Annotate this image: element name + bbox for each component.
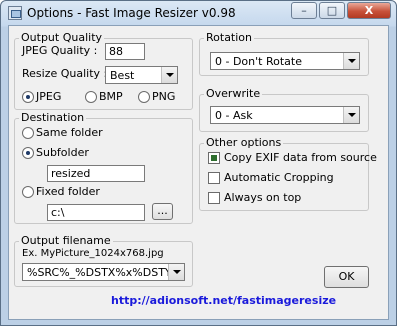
minimize-button[interactable]: –	[291, 2, 317, 19]
output-filename-title: Output filename	[19, 234, 113, 247]
options-window: Options - Fast Image Resizer v0.98 – □ X…	[0, 0, 397, 326]
overwrite-title: Overwrite	[204, 87, 263, 100]
chevron-down-icon[interactable]	[168, 264, 184, 280]
window-title: Options - Fast Image Resizer v0.98	[27, 6, 236, 20]
format-bmp-radio[interactable]	[85, 91, 97, 103]
output-filename-example: Ex. MyPicture_1024x768.jpg	[22, 248, 164, 259]
output-quality-title: Output Quality	[19, 31, 105, 44]
format-bmp-label: BMP	[99, 90, 123, 103]
jpeg-quality-input[interactable]: 88	[105, 43, 145, 60]
website-link[interactable]: http://adionsoft.net/fastimageresize	[111, 294, 336, 307]
fixed-folder-label: Fixed folder	[36, 185, 100, 198]
title-bar[interactable]: Options - Fast Image Resizer v0.98 – □ X	[1, 1, 396, 25]
rotation-title: Rotation	[204, 31, 255, 44]
overwrite-group: Overwrite 0 - Ask	[199, 87, 369, 132]
same-folder-radio[interactable]	[22, 127, 34, 139]
output-filename-select[interactable]: %SRC%_%DSTX%x%DSTY%	[22, 263, 185, 281]
subfolder-radio[interactable]	[22, 147, 34, 159]
output-filename-group: Output filename Ex. MyPicture_1024x768.j…	[14, 234, 193, 287]
chevron-down-icon[interactable]	[343, 53, 359, 69]
close-button[interactable]: X	[347, 2, 391, 19]
other-options-title: Other options	[204, 136, 284, 149]
automatic-cropping-label: Automatic Cropping	[224, 171, 334, 184]
same-folder-label: Same folder	[36, 126, 103, 139]
rotation-group: Rotation 0 - Don't Rotate	[199, 31, 369, 76]
subfolder-input[interactable]: resized	[47, 165, 145, 182]
copy-exif-checkbox[interactable]	[208, 152, 220, 164]
format-png-radio[interactable]	[138, 91, 150, 103]
resize-quality-label: Resize Quality :	[22, 67, 108, 80]
format-png-label: PNG	[152, 90, 176, 103]
always-on-top-label: Always on top	[224, 191, 302, 204]
subfolder-label: Subfolder	[36, 146, 89, 159]
chevron-down-icon[interactable]	[161, 67, 177, 83]
rotation-select[interactable]: 0 - Don't Rotate	[210, 52, 360, 70]
format-jpeg-radio[interactable]	[22, 91, 34, 103]
chevron-down-icon[interactable]	[343, 107, 359, 123]
app-icon	[8, 6, 22, 20]
automatic-cropping-checkbox[interactable]	[208, 172, 220, 184]
resize-quality-value: Best	[110, 69, 135, 82]
jpeg-quality-label: JPEG Quality :	[22, 44, 98, 57]
ok-button[interactable]: OK	[324, 266, 369, 288]
overwrite-value: 0 - Ask	[215, 109, 253, 122]
browse-button[interactable]: ...	[152, 203, 173, 220]
maximize-button[interactable]: □	[319, 2, 345, 19]
rotation-value: 0 - Don't Rotate	[215, 55, 302, 68]
resize-quality-select[interactable]: Best	[105, 66, 178, 84]
destination-title: Destination	[19, 111, 87, 124]
output-quality-group: Output Quality JPEG Quality : 88 Resize …	[14, 31, 193, 110]
copy-exif-label: Copy EXIF data from source	[224, 151, 377, 164]
destination-group: Destination Same folder Subfolder resize…	[14, 111, 193, 224]
other-options-group: Other options Copy EXIF data from source…	[199, 136, 377, 211]
always-on-top-checkbox[interactable]	[208, 192, 220, 204]
output-filename-pattern: %SRC%_%DSTX%x%DSTY%	[27, 266, 183, 279]
fixed-folder-input[interactable]: c:\	[47, 204, 145, 221]
fixed-folder-radio[interactable]	[22, 186, 34, 198]
dialog-client: Output Quality JPEG Quality : 88 Resize …	[8, 25, 389, 320]
overwrite-select[interactable]: 0 - Ask	[210, 106, 360, 124]
format-jpeg-label: JPEG	[36, 90, 62, 103]
